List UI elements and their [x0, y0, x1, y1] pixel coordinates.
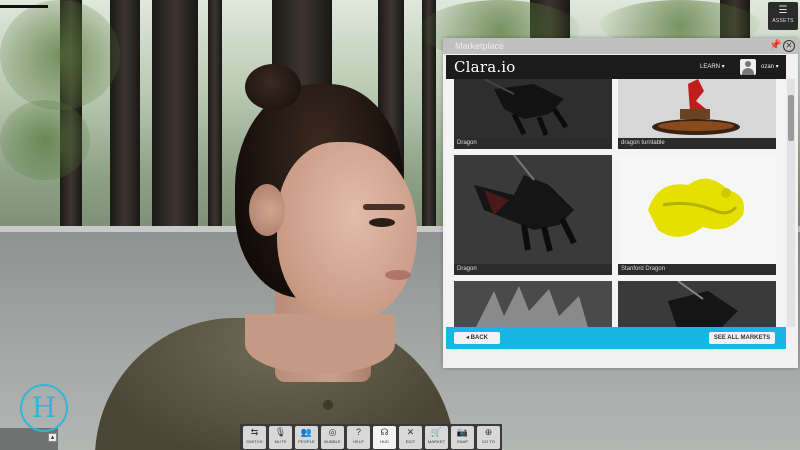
user-menu[interactable]: ozan ▾ [761, 63, 779, 70]
toolbar-market-button[interactable]: 🛒 MARKET [425, 426, 448, 449]
list-icon: ☰ [778, 5, 788, 16]
shirt-button [323, 400, 333, 410]
cart-icon: 🛒 [430, 427, 443, 437]
foliage [0, 100, 90, 180]
camera-icon: 📷 [456, 427, 469, 437]
switch-icon: ⇆ [250, 427, 259, 437]
model-card[interactable]: Stanford Dragon [618, 155, 776, 275]
bubble-icon: ◎ [328, 427, 337, 437]
model-caption: dragon turntable [618, 138, 776, 149]
toolbar-label: HELP [353, 439, 364, 444]
toolbar-label: BUBBLE [324, 439, 341, 444]
toolbar-snap-button[interactable]: 📷 SNAP [451, 426, 474, 449]
model-card[interactable]: dragon turntable [618, 79, 776, 149]
back-button[interactable]: ◂ BACK [454, 332, 500, 344]
marketplace-panel: Marketplace 📌 ✕ Clara.io LEARN ▾ ozan ▾ … [443, 38, 798, 368]
avatar-hair-bun [245, 64, 301, 110]
avatar-lips [385, 270, 411, 280]
toolbar-label: MARKET [427, 439, 446, 444]
model-card[interactable] [454, 281, 612, 327]
toolbar-label: GO TO [481, 439, 496, 444]
toolbar-label: EDIT [405, 439, 416, 444]
toolbar-help-button[interactable]: ? HELP [347, 426, 370, 449]
toolbar-label: SNAP [456, 439, 469, 444]
bottom-toolbar: ⇆ SWITCH 🎙 MUTE 👥 PEOPLE ◎ BUBBLE ? HELP… [240, 424, 502, 450]
user-avatar-icon[interactable] [740, 59, 756, 75]
avatar-eyebrow [363, 204, 405, 210]
hud-icon: ☊ [380, 427, 389, 437]
globe-icon: ⊕ [484, 427, 493, 437]
stanford-dragon-thumbnail [618, 155, 776, 264]
gallery-scrollbar[interactable] [787, 79, 795, 327]
avatar-ear [249, 184, 285, 236]
toolbar-goto-button[interactable]: ⊕ GO TO [477, 426, 500, 449]
toolbar-bubble-button[interactable]: ◎ BUBBLE [321, 426, 344, 449]
toolbar-switch-button[interactable]: ⇆ SWITCH [243, 426, 266, 449]
people-icon: 👥 [300, 427, 313, 437]
clara-logo[interactable]: Clara.io [454, 58, 516, 76]
dragon-thumbnail [618, 281, 776, 327]
toolbar-label: MUTE [274, 439, 287, 444]
scrollbar-thumb[interactable] [788, 95, 794, 141]
collapse-icon[interactable]: ▴ [48, 433, 57, 442]
dragon-thumbnail [454, 79, 612, 138]
brand-logo: H [20, 384, 68, 432]
see-all-markets-button[interactable]: SEE ALL MARKETS [709, 332, 775, 344]
avatar-collar [245, 314, 395, 374]
assets-label: ASSETS [772, 18, 794, 24]
loading-bar [0, 5, 48, 8]
help-icon: ? [355, 427, 361, 437]
dragon-thumbnail [454, 155, 612, 264]
learn-menu[interactable]: LEARN ▾ [700, 63, 725, 70]
toolbar-edit-button[interactable]: ✕ EDIT [399, 426, 422, 449]
marketplace-footer: ◂ BACK SEE ALL MARKETS [446, 327, 786, 349]
model-caption: Stanford Dragon [618, 264, 776, 275]
red-dragon-thumbnail [618, 79, 776, 138]
close-icon[interactable]: ✕ [783, 40, 795, 52]
clara-header: Clara.io LEARN ▾ ozan ▾ [446, 55, 786, 79]
model-card[interactable] [618, 281, 776, 327]
toolbar-label: PEOPLE [298, 439, 315, 444]
pin-icon[interactable]: 📌 [769, 40, 781, 52]
panel-title: Marketplace [455, 41, 505, 51]
model-card[interactable]: Dragon [454, 155, 612, 275]
toolbar-people-button[interactable]: 👥 PEOPLE [295, 426, 318, 449]
microphone-icon: 🎙 [274, 427, 287, 437]
model-caption: Dragon [454, 264, 612, 275]
model-caption: Dragon [454, 138, 612, 149]
toolbar-mute-button[interactable]: 🎙 MUTE [269, 426, 292, 449]
avatar-eye [369, 218, 395, 227]
toolbar-hud-button[interactable]: ☊ HUD [373, 426, 396, 449]
model-card[interactable]: Dragon [454, 79, 612, 149]
toolbar-label: SWITCH [246, 439, 263, 444]
toolbar-label: HUD [380, 439, 389, 444]
spiky-dragon-thumbnail [454, 281, 612, 327]
assets-button[interactable]: ☰ ASSETS [768, 2, 798, 30]
edit-icon: ✕ [406, 427, 415, 437]
model-gallery: Dragon dragon turntable Dragon Stanford … [446, 79, 786, 327]
avatar[interactable] [95, 62, 455, 450]
avatar-face [277, 142, 417, 322]
